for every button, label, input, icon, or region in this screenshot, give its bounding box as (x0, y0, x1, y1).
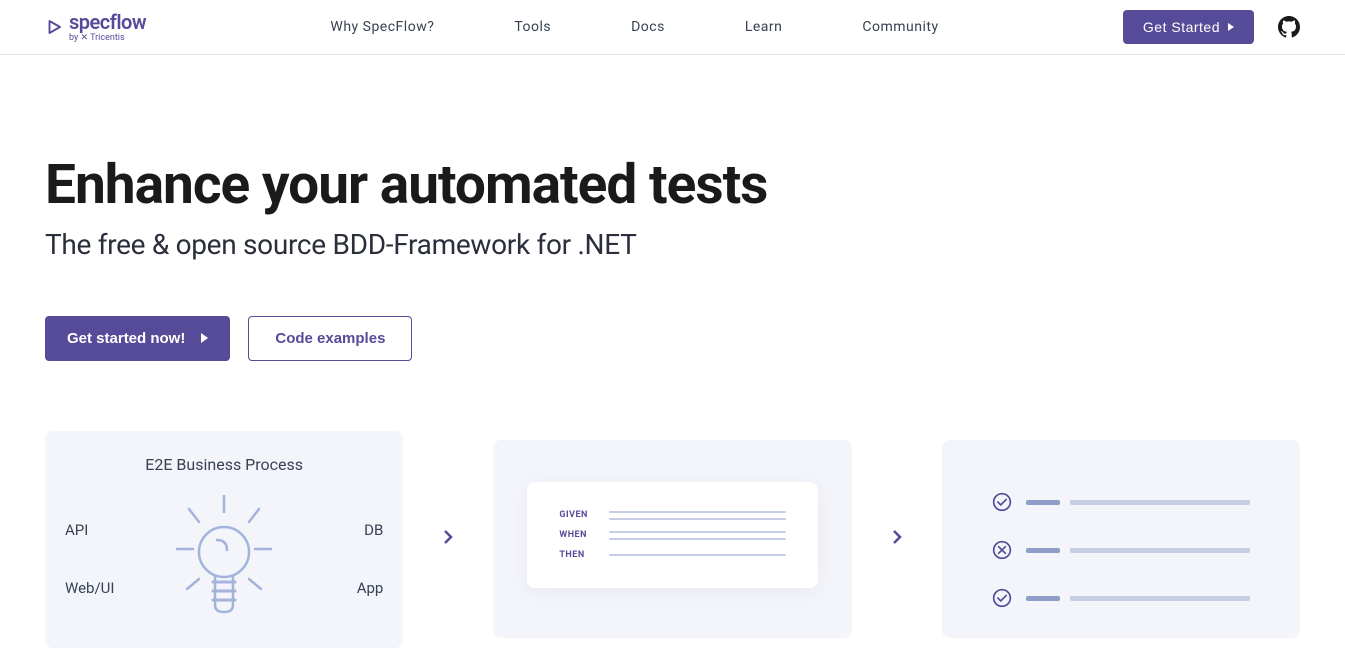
card-e2e-right-col: DB App (299, 521, 383, 597)
placeholder-line (609, 511, 785, 513)
placeholder-line (609, 538, 785, 540)
x-circle-icon (992, 540, 1012, 560)
hero-subtitle: The free & open source BDD-Framework for… (45, 228, 1300, 261)
card-e2e-title: E2E Business Process (65, 455, 383, 474)
nav-docs[interactable]: Docs (631, 19, 665, 35)
placeholder-bar (1026, 548, 1060, 553)
result-row-fail (992, 540, 1250, 560)
gherkin-given: GIVEN (559, 510, 595, 520)
lightbulb-icon (169, 494, 279, 624)
nav-tools[interactable]: Tools (514, 19, 551, 35)
hero-buttons: Get started now! Code examples (45, 316, 1300, 361)
label-api: API (65, 521, 149, 539)
placeholder-bar (1026, 500, 1060, 505)
card-e2e-grid: API Web/UI DB (65, 494, 383, 624)
logo[interactable]: specflow by ✕ Tricentis (45, 12, 146, 43)
hero-title: Enhance your automated tests (45, 155, 1300, 216)
gherkin-then-row: THEN (559, 550, 785, 560)
get-started-label: Get Started (1143, 19, 1220, 35)
chevron-right-icon (892, 529, 902, 549)
gherkin-then-lines (609, 554, 785, 556)
card-gherkin-inner: GIVEN WHEN THEN (527, 482, 817, 588)
card-e2e-left-col: API Web/UI (65, 521, 149, 597)
get-started-now-label: Get started now! (67, 330, 185, 347)
result-row-pass (992, 588, 1250, 608)
gherkin-when: WHEN (559, 530, 595, 540)
result-bars (1026, 596, 1250, 601)
placeholder-bar (1026, 596, 1060, 601)
logo-sub: by ✕ Tricentis (69, 34, 146, 43)
result-bars (1026, 500, 1250, 505)
result-row-pass (992, 492, 1250, 512)
placeholder-line (609, 518, 785, 520)
header: specflow by ✕ Tricentis Why SpecFlow? To… (0, 0, 1345, 55)
gherkin-when-lines (609, 531, 785, 540)
card-e2e-process: E2E Business Process API Web/UI (45, 431, 403, 648)
check-circle-icon (992, 492, 1012, 512)
placeholder-line (609, 531, 785, 533)
check-circle-icon (992, 588, 1012, 608)
gherkin-then: THEN (559, 550, 595, 560)
get-started-now-button[interactable]: Get started now! (45, 316, 230, 361)
chevron-right-icon (443, 529, 453, 549)
get-started-button[interactable]: Get Started (1123, 10, 1254, 44)
nav-why-specflow[interactable]: Why SpecFlow? (330, 19, 434, 35)
hero-section: Enhance your automated tests The free & … (0, 55, 1345, 361)
label-db: DB (364, 521, 383, 539)
code-examples-button[interactable]: Code examples (248, 316, 412, 361)
gherkin-when-row: WHEN (559, 530, 785, 540)
label-app: App (357, 579, 384, 597)
placeholder-bar (1070, 596, 1250, 601)
play-icon (201, 333, 208, 343)
nav-community[interactable]: Community (862, 19, 938, 35)
gherkin-given-lines (609, 511, 785, 520)
logo-main: specflow (69, 12, 146, 32)
logo-play-icon (45, 18, 63, 36)
play-icon (1228, 23, 1234, 31)
card-results-rows (962, 464, 1280, 608)
placeholder-bar (1070, 500, 1250, 505)
card-gherkin: GIVEN WHEN THEN (493, 440, 851, 638)
nav-learn[interactable]: Learn (745, 19, 783, 35)
label-webui: Web/UI (65, 579, 149, 597)
card-results (942, 440, 1300, 638)
main-nav: Why SpecFlow? Tools Docs Learn Community (330, 19, 938, 35)
logo-text: specflow by ✕ Tricentis (69, 12, 146, 43)
gherkin-given-row: GIVEN (559, 510, 785, 520)
result-bars (1026, 548, 1250, 553)
github-icon[interactable] (1278, 16, 1300, 38)
placeholder-line (609, 554, 785, 556)
placeholder-bar (1070, 548, 1250, 553)
header-right: Get Started (1123, 10, 1300, 44)
feature-cards: E2E Business Process API Web/UI (0, 361, 1345, 648)
